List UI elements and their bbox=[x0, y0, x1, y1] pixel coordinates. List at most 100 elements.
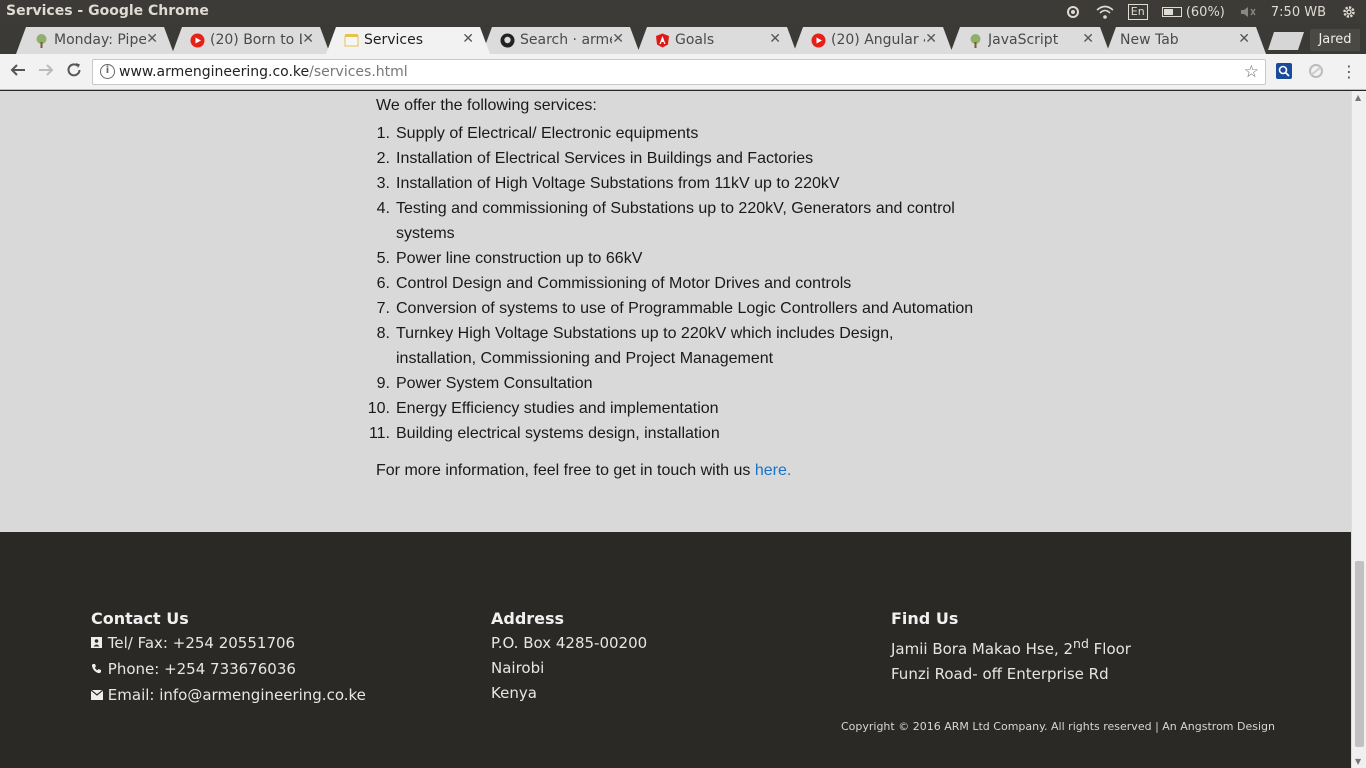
reload-button[interactable] bbox=[63, 61, 85, 83]
github-icon bbox=[500, 33, 515, 48]
clock[interactable]: 7:50 WB bbox=[1271, 5, 1326, 20]
service-item: 5. Power line construction up to 66kV bbox=[366, 246, 986, 271]
close-icon[interactable]: ✕ bbox=[146, 31, 158, 47]
keyboard-language-indicator[interactable]: En bbox=[1127, 4, 1148, 20]
services-list: 1. Supply of Electrical/ Electronic equip… bbox=[366, 121, 986, 446]
battery-percent: (60%) bbox=[1185, 4, 1225, 20]
tab-title: Goals bbox=[675, 32, 715, 48]
tab-javascript[interactable]: JavaScript ✕ bbox=[950, 27, 1110, 54]
window-title: Services - Google Chrome bbox=[6, 3, 209, 19]
service-number: 11. bbox=[368, 425, 390, 442]
tab-born-to[interactable]: (20) Born to Lo ✕ bbox=[172, 27, 330, 54]
service-item: 3. Installation of High Voltage Substatio… bbox=[366, 171, 986, 196]
location-line: Funzi Road- off Enterprise Rd bbox=[891, 665, 1109, 683]
close-icon[interactable]: ✕ bbox=[302, 31, 314, 47]
footer-find-us: Find Us Jamii Bora Makao Hse, 2nd Floor … bbox=[891, 606, 1131, 687]
search-extension-icon[interactable] bbox=[1276, 63, 1294, 81]
service-text: Conversion of systems to use of Programm… bbox=[396, 300, 974, 317]
menu-kebab-icon[interactable]: ⋮ bbox=[1340, 63, 1358, 81]
footer: Contact Us Tel/ Fax: +254 20551706 Phone… bbox=[0, 532, 1351, 768]
url-path: /services.html bbox=[309, 64, 408, 80]
email-text[interactable]: Email: info@armengineering.co.ke bbox=[108, 686, 366, 704]
service-item: 10. Energy Efficiency studies and impleme… bbox=[366, 396, 986, 421]
battery-indicator[interactable]: (60%) bbox=[1161, 4, 1225, 20]
tab-title: JavaScript bbox=[988, 32, 1059, 48]
service-text: Power line construction up to 66kV bbox=[396, 250, 643, 267]
close-icon[interactable]: ✕ bbox=[612, 31, 624, 47]
service-text: Building electrical systems design, inst… bbox=[396, 425, 720, 442]
service-item: 8. Turnkey High Voltage Substations up to… bbox=[366, 321, 986, 371]
service-number: 3. bbox=[376, 175, 390, 192]
site-icon bbox=[344, 33, 359, 48]
sync-extension-icon[interactable] bbox=[1308, 63, 1326, 81]
copyright-text: Copyright © 2016 ARM Ltd Company. All ri… bbox=[840, 720, 1275, 733]
service-text: Energy Efficiency studies and implementa… bbox=[396, 400, 719, 417]
service-text: Testing and commissioning of Substations… bbox=[396, 200, 955, 217]
back-button[interactable] bbox=[7, 61, 29, 83]
angular-icon bbox=[655, 33, 670, 48]
tab-new-tab[interactable]: New Tab ✕ bbox=[1106, 27, 1266, 54]
scroll-down-arrow-icon[interactable]: ▼ bbox=[1355, 757, 1361, 766]
gear-icon[interactable] bbox=[1340, 4, 1358, 20]
url-domain: www.armengineering.co.ke bbox=[119, 64, 310, 80]
close-icon[interactable]: ✕ bbox=[1082, 31, 1094, 47]
close-icon[interactable]: ✕ bbox=[1238, 31, 1250, 47]
service-item: 9. Power System Consultation bbox=[366, 371, 986, 396]
network-settings-icon[interactable] bbox=[1064, 4, 1082, 20]
service-number: 5. bbox=[376, 250, 390, 267]
info-icon[interactable]: i bbox=[100, 64, 115, 79]
tab-title: (20) Born to Lo bbox=[210, 32, 295, 48]
forward-button[interactable] bbox=[35, 61, 57, 83]
more-info-label: For more information, feel free to get i… bbox=[376, 462, 755, 479]
scroll-up-arrow-icon[interactable]: ▲ bbox=[1355, 93, 1361, 102]
contact-email: Email: info@armengineering.co.ke bbox=[90, 683, 366, 709]
volume-muted-icon[interactable] bbox=[1239, 4, 1257, 20]
address-bar[interactable]: i www.armengineering.co.ke/services.html… bbox=[92, 59, 1266, 85]
tab-angular-video[interactable]: (20) Angular 4 ✕ bbox=[793, 27, 953, 54]
contact-card-icon bbox=[91, 632, 103, 657]
service-number: 8. bbox=[376, 325, 390, 342]
service-item: 2. Installation of Electrical Services in… bbox=[366, 146, 986, 171]
service-number: 7. bbox=[376, 300, 390, 317]
page-scrollbar[interactable]: ▲ ▼ bbox=[1351, 91, 1366, 768]
footer-contact: Contact Us Tel/ Fax: +254 20551706 Phone… bbox=[90, 606, 366, 709]
service-text: Power System Consultation bbox=[396, 375, 593, 392]
address-line: P.O. Box 4285-00200 bbox=[491, 634, 648, 652]
service-number: 2. bbox=[376, 150, 390, 167]
service-item: 1. Supply of Electrical/ Electronic equip… bbox=[366, 121, 986, 146]
wifi-icon[interactable] bbox=[1096, 4, 1114, 20]
service-number: 10. bbox=[367, 400, 390, 417]
new-tab-button[interactable] bbox=[1268, 32, 1304, 50]
tab-github-search[interactable]: Search · armen ✕ bbox=[482, 27, 640, 54]
service-number: 4. bbox=[376, 200, 390, 217]
url-text: www.armengineering.co.ke/services.html bbox=[119, 64, 408, 80]
page-viewport: We offer the following services: 1. Suppl… bbox=[0, 91, 1351, 768]
service-text: Control Design and Commissioning of Moto… bbox=[396, 275, 852, 292]
close-icon[interactable]: ✕ bbox=[769, 31, 781, 47]
bookmark-star-icon[interactable]: ☆ bbox=[1244, 62, 1259, 82]
contact-tel: Tel/ Fax: +254 20551706 bbox=[91, 631, 366, 657]
tree-icon bbox=[34, 33, 49, 48]
location-building: Jamii Bora Makao Hse, 2 bbox=[891, 640, 1074, 658]
scroll-thumb[interactable] bbox=[1355, 561, 1364, 747]
profile-button[interactable]: Jared bbox=[1310, 29, 1360, 51]
service-number: 6. bbox=[376, 275, 390, 292]
service-item: 11. Building electrical systems design, i… bbox=[366, 421, 986, 446]
tab-services[interactable]: Services ✕ bbox=[326, 27, 490, 54]
service-number: 1. bbox=[376, 125, 390, 142]
service-text: Installation of Electrical Services in B… bbox=[396, 150, 814, 167]
os-top-panel: Services - Google Chrome En (60%) 7:50 W… bbox=[0, 0, 1366, 24]
close-icon[interactable]: ✕ bbox=[925, 31, 937, 47]
youtube-icon bbox=[811, 33, 826, 48]
envelope-icon bbox=[90, 684, 104, 709]
tab-strip: Monday: Piper ✕ (20) Born to Lo ✕ Servic… bbox=[0, 24, 1366, 54]
address-heading: Address bbox=[491, 609, 565, 628]
footer-address: Address P.O. Box 4285-00200 Nairobi Keny… bbox=[491, 606, 647, 706]
tab-title: Monday: Piper bbox=[54, 32, 146, 48]
contact-link[interactable]: here. bbox=[755, 462, 791, 479]
service-text: Supply of Electrical/ Electronic equipme… bbox=[396, 125, 699, 142]
tab-monday-piper[interactable]: Monday: Piper ✕ bbox=[16, 27, 174, 54]
close-icon[interactable]: ✕ bbox=[462, 31, 474, 47]
battery-icon bbox=[1161, 7, 1182, 17]
tab-goals[interactable]: Goals ✕ bbox=[637, 27, 797, 54]
